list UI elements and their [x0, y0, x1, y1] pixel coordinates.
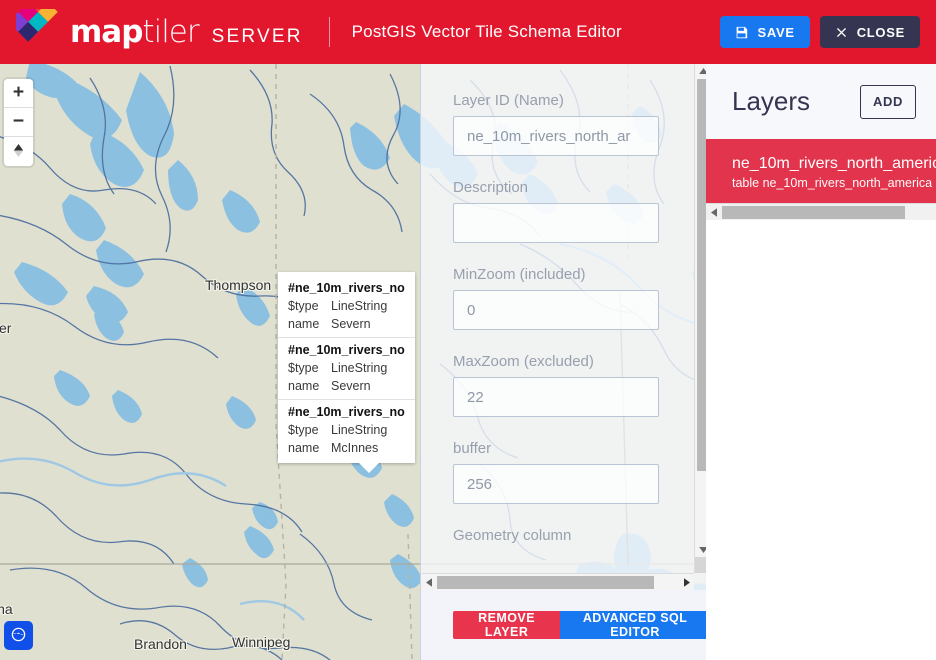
buffer-input[interactable]	[453, 464, 659, 504]
form-horizontal-scrollbar[interactable]	[421, 573, 694, 590]
popup-row: name McInnes	[288, 439, 405, 457]
scroll-right-arrow-icon[interactable]	[679, 574, 694, 591]
compass-reset-button[interactable]	[4, 137, 33, 166]
plus-icon	[12, 85, 25, 101]
popup-row: $type LineString	[288, 421, 405, 439]
layer-id-input[interactable]	[453, 116, 659, 156]
field-maxzoom: MaxZoom (excluded)	[453, 353, 690, 417]
popup-group: #ne_10m_rivers_north_america $type LineS…	[278, 399, 415, 457]
popup-row: name Severn	[288, 377, 405, 395]
layer-settings-panel: Layer ID (Name) Description MinZoom (inc…	[420, 64, 710, 660]
layers-title: Layers	[732, 86, 810, 117]
layers-panel: Layers ADD ne_10m_rivers_north_america t…	[706, 64, 936, 660]
field-description: Description	[453, 179, 690, 243]
maxzoom-input[interactable]	[453, 377, 659, 417]
app-root: maptiler SERVER PostGIS Vector Tile Sche…	[0, 0, 936, 660]
popup-row-key: name	[288, 439, 331, 457]
field-layer-id: Layer ID (Name)	[453, 92, 690, 156]
remove-layer-button[interactable]: REMOVE LAYER	[453, 611, 560, 639]
layer-item-name: ne_10m_rivers_north_america	[732, 153, 936, 174]
popup-row-key: name	[288, 377, 331, 395]
popup-row-key: $type	[288, 359, 331, 377]
layer-item-subtitle: table ne_10m_rivers_north_america	[732, 176, 936, 190]
popup-row-value: Severn	[331, 315, 371, 333]
close-x-icon	[835, 26, 848, 39]
minzoom-input[interactable]	[453, 290, 659, 330]
popup-row-value: LineString	[331, 297, 387, 315]
maptiler-diamond-logo-icon	[16, 9, 60, 55]
popup-row-key: name	[288, 315, 331, 333]
popup-row: $type LineString	[288, 359, 405, 377]
layers-horizontal-scrollbar[interactable]	[706, 203, 936, 220]
scroll-left-arrow-icon[interactable]	[421, 574, 436, 591]
popup-group: #ne_10m_rivers_north_america $type LineS…	[278, 337, 415, 395]
close-button-label: CLOSE	[857, 25, 905, 40]
popup-group-header: #ne_10m_rivers_north_america	[288, 404, 405, 421]
brand-logo[interactable]: maptiler SERVER	[16, 9, 303, 55]
layers-hscroll-thumb[interactable]	[722, 206, 905, 219]
field-buffer: buffer	[453, 440, 690, 504]
form-hscroll-thumb[interactable]	[437, 576, 654, 589]
compass-needle-icon	[12, 143, 25, 161]
popup-group-header: #ne_10m_rivers_north_america	[288, 280, 405, 297]
layers-list: ne_10m_rivers_north_america table ne_10m…	[706, 139, 936, 203]
popup-row: name Severn	[288, 315, 405, 333]
popup-row-key: $type	[288, 421, 331, 439]
field-label: Layer ID (Name)	[453, 92, 690, 109]
layer-settings-scroll-area: Layer ID (Name) Description MinZoom (inc…	[421, 64, 710, 573]
popup-row: $type LineString	[288, 297, 405, 315]
brand-map-text: map	[70, 14, 142, 50]
popup-row-key: $type	[288, 297, 331, 315]
map-feature-popup: #ne_10m_rivers_north_america $type LineS…	[278, 272, 415, 463]
field-label: MinZoom (included)	[453, 266, 690, 283]
floppy-disk-icon	[735, 26, 748, 39]
save-button-label: SAVE	[757, 25, 794, 40]
scroll-left-arrow-icon[interactable]	[706, 204, 721, 221]
popup-row-value: McInnes	[331, 439, 378, 457]
layers-panel-header: Layers ADD	[706, 64, 936, 139]
page-title: PostGIS Vector Tile Schema Editor	[352, 22, 622, 42]
brand-server-text: SERVER	[212, 26, 303, 48]
popup-row-value: LineString	[331, 359, 387, 377]
field-label: MaxZoom (excluded)	[453, 353, 690, 370]
header-divider	[329, 17, 330, 47]
popup-row-value: Severn	[331, 377, 371, 395]
brand-tiler-text: tiler	[142, 14, 198, 50]
field-minzoom: MinZoom (included)	[453, 266, 690, 330]
advanced-sql-editor-button[interactable]: ADVANCED SQL EDITOR	[560, 611, 710, 639]
layers-panel-body	[706, 220, 936, 660]
popup-row-value: LineString	[331, 421, 387, 439]
list-item[interactable]: ne_10m_rivers_north_america table ne_10m…	[706, 139, 936, 203]
add-layer-button[interactable]: ADD	[860, 85, 916, 119]
field-label: Geometry column	[453, 527, 690, 544]
header-actions: SAVE CLOSE	[720, 16, 920, 48]
minus-icon	[12, 114, 25, 130]
field-label: buffer	[453, 440, 690, 457]
field-label: Description	[453, 179, 690, 196]
popup-group: #ne_10m_rivers_north_america $type LineS…	[278, 280, 415, 333]
globe-icon	[10, 626, 27, 646]
field-geometry-column: Geometry column	[453, 527, 690, 544]
close-button[interactable]: CLOSE	[820, 16, 920, 48]
layer-form-footer: REMOVE LAYER ADVANCED SQL EDITOR	[421, 590, 710, 660]
map-navigation-controls	[4, 79, 33, 166]
zoom-out-button[interactable]	[4, 108, 33, 137]
app-header: maptiler SERVER PostGIS Vector Tile Sche…	[0, 0, 936, 64]
globe-style-button[interactable]	[4, 621, 33, 650]
save-button[interactable]: SAVE	[720, 16, 809, 48]
description-input[interactable]	[453, 203, 659, 243]
popup-group-header: #ne_10m_rivers_north_america	[288, 342, 405, 359]
zoom-in-button[interactable]	[4, 79, 33, 108]
